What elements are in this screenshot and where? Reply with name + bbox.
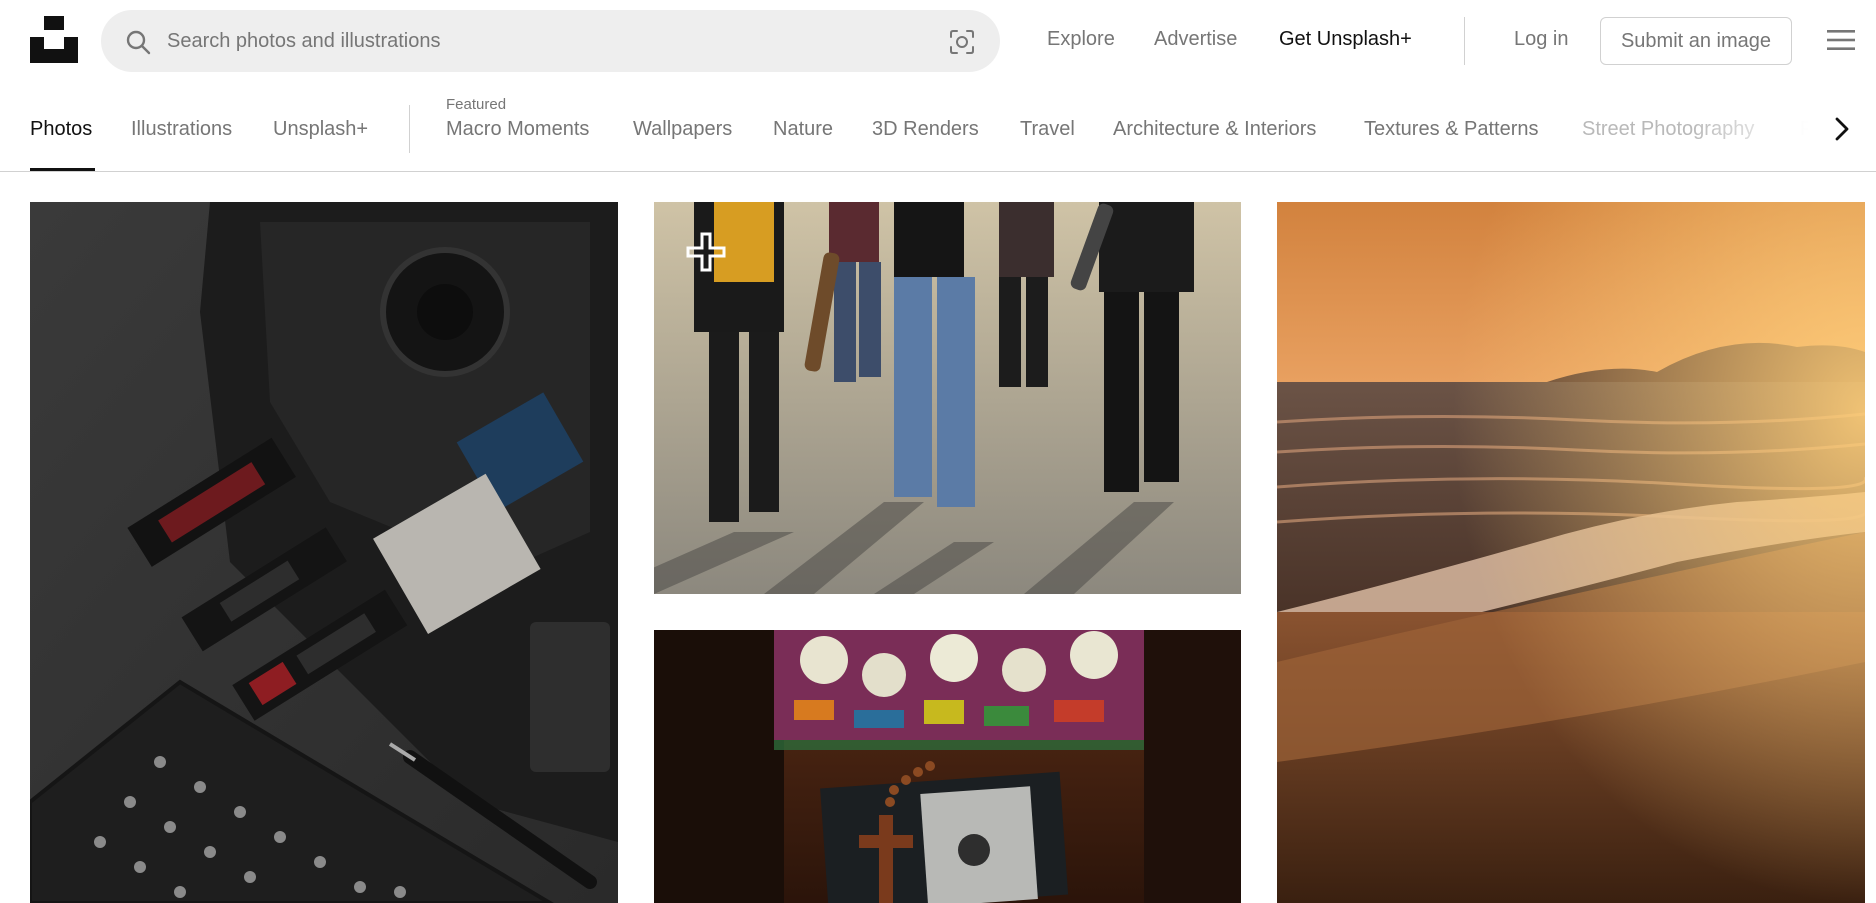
tab-wallpapers[interactable]: Wallpapers: [633, 118, 732, 141]
get-unsplash-plus-link[interactable]: Get Unsplash+: [1279, 28, 1412, 51]
login-link[interactable]: Log in: [1514, 28, 1569, 51]
tab-street-photography[interactable]: Street Photography: [1582, 118, 1754, 141]
hamburger-menu-icon[interactable]: [1827, 28, 1855, 52]
tabs-divider: [409, 105, 410, 153]
tab-nature[interactable]: Nature: [773, 118, 833, 141]
visual-search-icon[interactable]: [948, 28, 976, 56]
header-divider: [1464, 17, 1465, 65]
submit-image-button[interactable]: Submit an image: [1600, 17, 1792, 65]
nav-explore-link[interactable]: Explore: [1047, 28, 1115, 51]
search-icon[interactable]: [125, 29, 151, 55]
category-tabs: Photos Illustrations Unsplash+ Featured …: [0, 82, 1876, 172]
nav-advertise-link[interactable]: Advertise: [1154, 28, 1237, 51]
photo-stained-glass-image: [654, 630, 1241, 903]
tab-travel[interactable]: Travel: [1020, 118, 1075, 141]
unsplash-plus-badge-icon: [686, 232, 726, 272]
chevron-right-icon[interactable]: [1830, 116, 1854, 142]
tab-3d-renders[interactable]: 3D Renders: [872, 118, 979, 141]
search-bar[interactable]: [101, 10, 1000, 72]
tab-unsplash-plus[interactable]: Unsplash+: [273, 118, 368, 141]
photo-beach-image: [1277, 202, 1865, 903]
photo-beach-sunset[interactable]: [1277, 202, 1865, 903]
tab-macro-moments[interactable]: Macro Moments: [446, 118, 589, 141]
tab-textures-patterns[interactable]: Textures & Patterns: [1364, 118, 1539, 141]
tab-photos[interactable]: Photos: [30, 118, 92, 141]
top-header: Explore Advertise Get Unsplash+ Log in S…: [0, 0, 1876, 82]
tab-architecture-interiors[interactable]: Architecture & Interiors: [1113, 118, 1316, 141]
photo-walking-image: [654, 202, 1241, 594]
active-tab-indicator: [30, 168, 95, 171]
photo-stained-glass-rosary[interactable]: [654, 630, 1241, 903]
photo-laptop-image: [30, 202, 618, 903]
search-input[interactable]: [167, 10, 927, 72]
photo-friends-walking[interactable]: [654, 202, 1241, 594]
photo-laptop-ssd[interactable]: [30, 202, 618, 903]
tab-illustrations[interactable]: Illustrations: [131, 118, 232, 141]
featured-label: Featured: [446, 96, 507, 113]
unsplash-logo-icon[interactable]: [30, 16, 78, 63]
